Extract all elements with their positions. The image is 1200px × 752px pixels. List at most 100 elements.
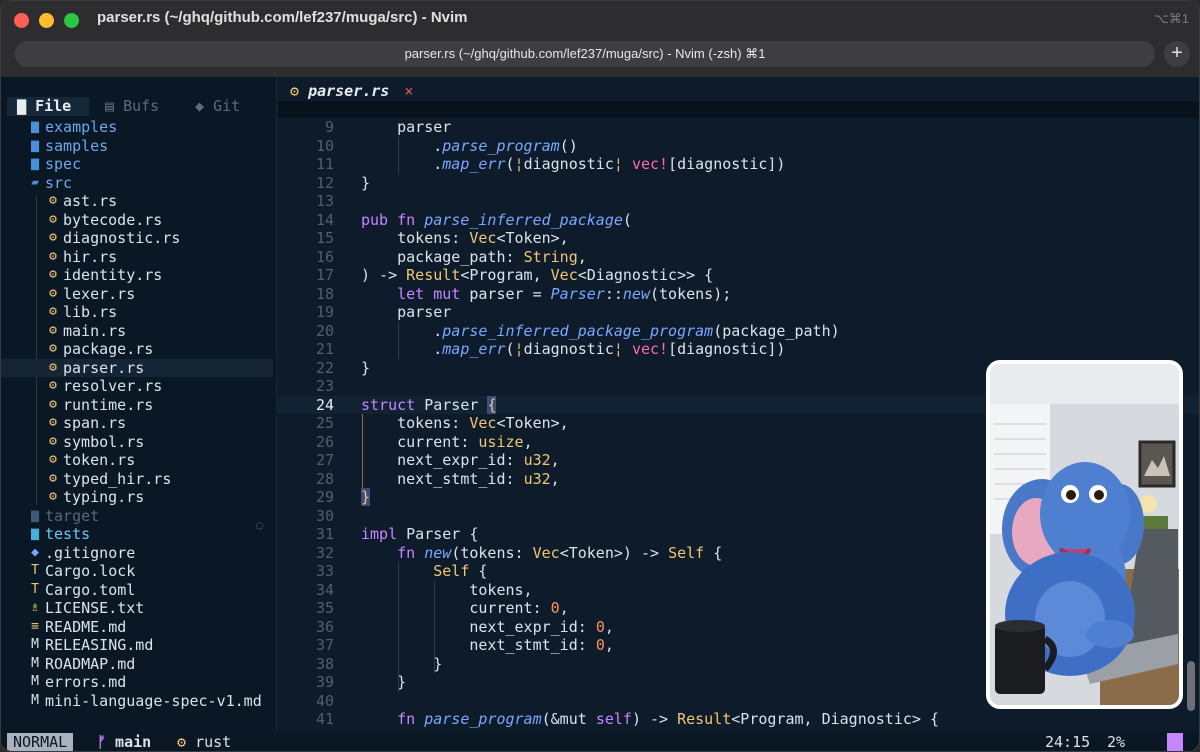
terminal-tab[interactable]: parser.rs (~/ghq/github.com/lef237/muga/… bbox=[15, 41, 1155, 67]
scroll-percent: 2% bbox=[1107, 733, 1126, 751]
tree-item-label: samples bbox=[45, 136, 109, 155]
tree-item[interactable]: ⚙ hir.rs bbox=[1, 248, 273, 267]
code-token: u32 bbox=[523, 451, 551, 469]
code-line[interactable]: 11 .map_err(¦diagnostic¦ vec![diagnostic… bbox=[278, 155, 1199, 174]
code-token: parser = bbox=[469, 284, 551, 303]
tree-item[interactable]: ⚙ main.rs bbox=[1, 322, 273, 341]
code-line[interactable]: 9 parser bbox=[278, 118, 1199, 137]
code-line[interactable]: 13 bbox=[278, 192, 1199, 211]
code-line[interactable]: 17) -> Result<Program, Vec<Diagnostic>> … bbox=[278, 266, 1199, 285]
code-token: . bbox=[361, 155, 443, 173]
code-line[interactable]: 20 .parse_inferred_package_program(packa… bbox=[278, 322, 1199, 341]
code-text: .map_err(¦diagnostic¦ vec![diagnostic]) bbox=[361, 340, 785, 359]
tree-item[interactable]: ▆ target bbox=[1, 507, 273, 526]
tree-item[interactable]: T Cargo.lock bbox=[1, 562, 273, 581]
tab-file[interactable]: ▇ File bbox=[7, 97, 89, 116]
tree-item[interactable]: ⚙ ast.rs bbox=[1, 192, 273, 211]
tree-item[interactable]: T Cargo.toml bbox=[1, 581, 273, 600]
rust-file-icon: ⚙ bbox=[49, 378, 57, 393]
tree-item[interactable]: ≡ README.md bbox=[1, 618, 273, 637]
code-line[interactable]: 21 .map_err(¦diagnostic¦ vec![diagnostic… bbox=[278, 340, 1199, 359]
git-branch: ᚠ main bbox=[97, 731, 151, 751]
code-token: { bbox=[704, 543, 723, 562]
tree-item[interactable]: Mmini-language-spec-v1.md bbox=[1, 692, 273, 711]
code-text: Self { bbox=[361, 562, 487, 581]
buffer-tab-parser[interactable]: ⚙ parser.rs × bbox=[290, 80, 413, 102]
code-token: } bbox=[361, 673, 407, 691]
code-line[interactable]: 19 parser bbox=[278, 303, 1199, 322]
tab-bufs-label: Bufs bbox=[123, 97, 160, 115]
code-token: ¦ bbox=[613, 155, 623, 173]
code-line[interactable]: 14 pub fn parse_inferred_package( bbox=[278, 211, 1199, 230]
close-buffer-icon[interactable]: × bbox=[404, 82, 413, 100]
tab-file-label: File bbox=[35, 97, 72, 115]
scroll-progress-block bbox=[1167, 733, 1183, 751]
tree-item[interactable]: ⚙ lib.rs bbox=[1, 303, 273, 322]
tree-item[interactable]: M ROADMAP.md bbox=[1, 655, 273, 674]
code-token: } bbox=[361, 654, 443, 673]
toml-icon: T bbox=[31, 563, 39, 578]
tree-item[interactable]: ⚙ diagnostic.rs bbox=[1, 229, 273, 248]
zoom-window-button[interactable] bbox=[64, 13, 79, 28]
close-window-button[interactable] bbox=[14, 13, 29, 28]
minimize-window-button[interactable] bbox=[39, 13, 54, 28]
tree-item[interactable]: ⚙ runtime.rs bbox=[1, 396, 273, 415]
tree-item[interactable]: ▰ src bbox=[1, 174, 273, 193]
tree-item[interactable]: ⚙ span.rs bbox=[1, 414, 273, 433]
toml-icon: T bbox=[31, 581, 39, 597]
code-token: vec! bbox=[631, 340, 669, 358]
code-line[interactable]: 18 let mut parser = Parser::new(tokens); bbox=[278, 284, 1199, 304]
indent-guide bbox=[362, 414, 363, 488]
tree-item[interactable]: ▆ examples bbox=[1, 118, 273, 137]
git-tab-icon: ◆ bbox=[195, 97, 205, 115]
scrollbar-thumb[interactable] bbox=[1187, 661, 1195, 711]
code-token: , bbox=[577, 247, 587, 266]
tree-item[interactable]: ⚙ lexer.rs bbox=[1, 285, 273, 304]
tree-item[interactable]: ♗ LICENSE.txt bbox=[1, 599, 273, 618]
line-number: 36 bbox=[315, 617, 334, 636]
terminal-tab-title: parser.rs (~/ghq/github.com/lef237/muga/… bbox=[404, 46, 766, 61]
tree-item[interactable]: ⚙ package.rs bbox=[1, 340, 273, 359]
tree-item[interactable]: ⚙ typing.rs bbox=[1, 488, 273, 507]
tree-item[interactable]: ⚙ symbol.rs bbox=[1, 433, 273, 452]
tree-item-label: Cargo.lock bbox=[45, 562, 136, 580]
tree-item[interactable]: M RELEASING.md bbox=[1, 636, 273, 655]
tree-item[interactable]: ▆ spec bbox=[1, 155, 273, 174]
tree-item-label: README.md bbox=[45, 617, 127, 636]
code-line[interactable]: 15 tokens: Vec<Token>, bbox=[278, 229, 1199, 248]
code-line[interactable]: 10 .parse_program() bbox=[278, 137, 1199, 156]
tree-item[interactable]: ▆ tests bbox=[1, 525, 273, 544]
tree-item-label: ROADMAP.md bbox=[45, 654, 136, 673]
code-token: , bbox=[550, 469, 560, 488]
tree-item-label: token.rs bbox=[63, 451, 136, 469]
code-token: <Token>, bbox=[496, 229, 569, 247]
terminal-window: parser.rs (~/ghq/github.com/lef237/muga/… bbox=[0, 0, 1200, 752]
code-token: current: bbox=[361, 599, 551, 617]
tree-item[interactable]: ◆ .gitignore bbox=[1, 544, 273, 563]
tab-bufs[interactable]: ▤ Bufs bbox=[105, 97, 175, 116]
code-text: parser bbox=[361, 118, 451, 137]
tab-git[interactable]: ◆ Git bbox=[195, 97, 265, 116]
code-line[interactable]: 12} bbox=[278, 174, 1199, 193]
code-token: <Token>) -> bbox=[559, 543, 669, 562]
tree-item[interactable]: ▆ samples bbox=[1, 137, 273, 156]
tree-item[interactable]: ⚙ bytecode.rs bbox=[1, 211, 273, 230]
line-number: 32 bbox=[315, 543, 334, 562]
code-token: parser bbox=[361, 303, 452, 321]
tree-item-label: typing.rs bbox=[63, 488, 145, 506]
new-tab-button[interactable]: + bbox=[1164, 41, 1190, 67]
code-text: next_expr_id: u32, bbox=[361, 451, 560, 470]
code-token: ¦ bbox=[613, 340, 623, 358]
tree-item[interactable]: ⚙ identity.rs bbox=[1, 266, 273, 285]
code-token: current: bbox=[361, 432, 479, 451]
code-token: u32 bbox=[523, 469, 551, 488]
code-token: next_stmt_id: bbox=[361, 469, 524, 488]
code-line[interactable]: 41 fn parse_program(&mut self) -> Result… bbox=[278, 710, 1199, 729]
tree-item[interactable]: ⚙ parser.rs bbox=[1, 358, 273, 377]
tree-item[interactable]: ⚙ resolver.rs bbox=[1, 377, 273, 396]
tree-item[interactable]: ⚙ token.rs bbox=[1, 451, 273, 470]
code-line[interactable]: 16 package_path: String, bbox=[278, 247, 1199, 267]
tree-item[interactable]: Merrors.md bbox=[1, 673, 273, 692]
tree-item[interactable]: ⚙ typed_hir.rs bbox=[1, 470, 273, 489]
code-text: impl Parser { bbox=[361, 525, 478, 544]
